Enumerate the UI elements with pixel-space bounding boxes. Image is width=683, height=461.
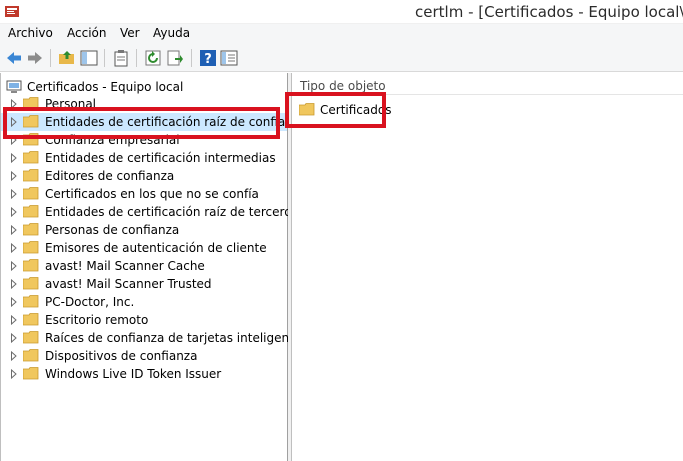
- tree-item-label: Personas de confianza: [45, 223, 180, 237]
- expand-arrow-icon[interactable]: [10, 297, 18, 307]
- folder-icon: [23, 349, 39, 362]
- expand-arrow-icon[interactable]: [10, 261, 18, 271]
- properties-icon[interactable]: [220, 49, 238, 67]
- menu-archivo[interactable]: Archivo: [8, 26, 53, 40]
- expand-arrow-icon[interactable]: [10, 243, 18, 253]
- forward-arrow-icon[interactable]: [26, 49, 44, 67]
- tree-item[interactable]: Emisores de autenticación de cliente: [1, 239, 287, 257]
- expand-arrow-icon[interactable]: [10, 279, 18, 289]
- show-hide-tree-icon[interactable]: [80, 49, 98, 67]
- folder-icon: [23, 241, 39, 254]
- clipboard-icon[interactable]: [112, 49, 130, 67]
- folder-icon: [23, 367, 39, 380]
- tree-item-label: Raíces de confianza de tarjetas intelige…: [45, 331, 308, 345]
- highlight-box-tree-selection: [3, 107, 280, 139]
- tree-item[interactable]: Entidades de certificación raíz de terce…: [1, 203, 298, 221]
- menu-bar: Archivo Acción Ver Ayuda: [0, 24, 683, 44]
- expand-arrow-icon[interactable]: [10, 189, 18, 199]
- tree-item[interactable]: Personas de confianza: [1, 221, 287, 239]
- expand-arrow-icon[interactable]: [10, 225, 18, 235]
- tree-item-label: Escritorio remoto: [45, 313, 149, 327]
- help-icon[interactable]: ?: [199, 49, 217, 67]
- column-header-label: Tipo de objeto: [300, 79, 386, 93]
- tree-root-label: Certificados - Equipo local: [27, 80, 184, 94]
- tree-item-label: avast! Mail Scanner Cache: [45, 259, 205, 273]
- expand-arrow-icon[interactable]: [10, 333, 18, 343]
- tree-item[interactable]: avast! Mail Scanner Cache: [1, 257, 287, 275]
- tree-item-label: PC-Doctor, Inc.: [45, 295, 135, 309]
- expand-arrow-icon[interactable]: [10, 315, 18, 325]
- highlight-box-certificados: [285, 92, 386, 128]
- folder-icon: [23, 277, 39, 290]
- tree-item[interactable]: Raíces de confianza de tarjetas intelige…: [1, 329, 307, 347]
- tree-item-label: Certificados en los que no se confía: [45, 187, 259, 201]
- tree-item[interactable]: Dispositivos de confianza: [1, 347, 287, 365]
- tree-item[interactable]: Editores de confianza: [1, 167, 287, 185]
- tree-item[interactable]: Certificados en los que no se confía: [1, 185, 287, 203]
- tree-item[interactable]: Escritorio remoto: [1, 311, 287, 329]
- tree-item[interactable]: Windows Live ID Token Issuer: [1, 365, 287, 383]
- tree-root[interactable]: Certificados - Equipo local: [1, 77, 287, 95]
- tree-item-label: avast! Mail Scanner Trusted: [45, 277, 212, 291]
- window-title: certlm - [Certificados - Equipo local\En…: [415, 3, 683, 21]
- folder-icon: [23, 169, 39, 182]
- toolbar-separator: [50, 49, 51, 67]
- tree-item[interactable]: PC-Doctor, Inc.: [1, 293, 287, 311]
- up-folder-icon[interactable]: [58, 49, 76, 67]
- expand-arrow-icon[interactable]: [10, 153, 18, 163]
- tree-item-label: Entidades de certificación intermedias: [45, 151, 276, 165]
- toolbar-separator: [104, 49, 105, 67]
- folder-icon: [23, 151, 39, 164]
- expand-arrow-icon[interactable]: [10, 351, 18, 361]
- expand-arrow-icon[interactable]: [10, 171, 18, 181]
- folder-icon: [23, 205, 39, 218]
- title-bar: certlm - [Certificados - Equipo local\En…: [0, 0, 683, 24]
- menu-ver[interactable]: Ver: [120, 26, 140, 40]
- menu-accion[interactable]: Acción: [67, 26, 106, 40]
- refresh-icon[interactable]: [144, 49, 162, 67]
- tree-item-label: Emisores de autenticación de cliente: [45, 241, 267, 255]
- menu-ayuda[interactable]: Ayuda: [153, 26, 190, 40]
- expand-arrow-icon[interactable]: [10, 369, 18, 379]
- folder-icon: [23, 223, 39, 236]
- tree-item[interactable]: avast! Mail Scanner Trusted: [1, 275, 287, 293]
- folder-icon: [23, 313, 39, 326]
- tree-item[interactable]: Entidades de certificación intermedias: [1, 149, 287, 167]
- folder-icon: [23, 187, 39, 200]
- toolbar-separator: [191, 49, 192, 67]
- toolbar-separator: [136, 49, 137, 67]
- folder-icon: [23, 295, 39, 308]
- svg-text:?: ?: [204, 52, 212, 67]
- computer-certificates-icon: [6, 80, 22, 93]
- results-pane: Tipo de objeto Certificados: [291, 73, 683, 461]
- toolbar: ?: [0, 44, 683, 72]
- folder-icon: [23, 259, 39, 272]
- tree-item-label: Windows Live ID Token Issuer: [45, 367, 222, 381]
- folder-icon: [23, 331, 39, 344]
- tree-item-label: Entidades de certificación raíz de terce…: [45, 205, 298, 219]
- expand-arrow-icon[interactable]: [10, 207, 18, 217]
- tree-item-label: Editores de confianza: [45, 169, 175, 183]
- tree-item-label: Dispositivos de confianza: [45, 349, 198, 363]
- export-list-icon[interactable]: [166, 49, 184, 67]
- back-arrow-icon[interactable]: [5, 49, 23, 67]
- certificate-app-icon[interactable]: [4, 3, 20, 19]
